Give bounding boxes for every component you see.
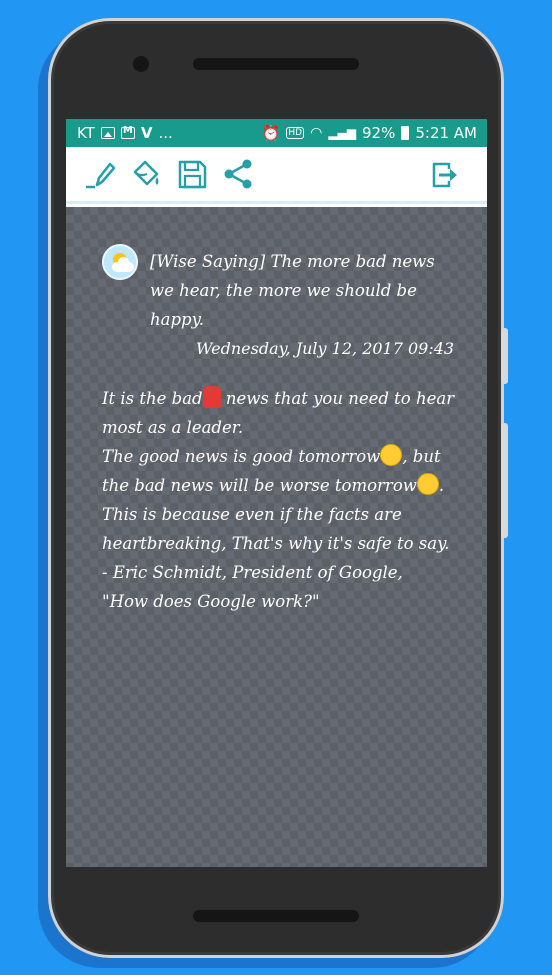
disappointed-emoji-icon bbox=[416, 473, 439, 495]
diary-entry-content[interactable]: [Wise Saying] The more bad news we hear,… bbox=[66, 207, 487, 867]
battery-percent: 92% bbox=[362, 124, 396, 142]
entry-date: Wednesday, July 12, 2017 09:43 bbox=[196, 339, 455, 358]
paint-bucket-icon bbox=[133, 160, 159, 186]
exit-icon bbox=[432, 162, 457, 188]
siren-emoji-icon bbox=[202, 386, 221, 408]
share-icon bbox=[224, 159, 252, 189]
signal-icon: ▂▄▆ bbox=[328, 126, 356, 140]
body-line-2: The good news is good tomorrow, but the … bbox=[102, 442, 457, 500]
cloud-shape bbox=[112, 262, 134, 272]
status-bar: KT V ... ⏰ HD ◠ ▂▄▆ 92% 5:21 AM bbox=[66, 119, 487, 147]
battery-icon bbox=[401, 126, 410, 140]
body-line-3: This is because even if the facts are he… bbox=[102, 505, 450, 553]
toolbar bbox=[66, 147, 487, 204]
status-left: KT V ... bbox=[77, 124, 173, 142]
body-line-1a: It is the bad bbox=[102, 389, 203, 408]
partly-cloudy-weather-icon[interactable] bbox=[102, 244, 138, 280]
rolling-laughing-emoji-icon bbox=[380, 444, 403, 466]
bottom-speaker bbox=[193, 910, 359, 922]
status-right: ⏰ HD ◠ ▂▄▆ 92% 5:21 AM bbox=[262, 124, 477, 142]
body-line-4: - Eric Schmidt, President of Google, bbox=[102, 563, 403, 582]
wise-saying-text: [Wise Saying] The more bad news we hear,… bbox=[150, 252, 435, 329]
edit-icon bbox=[86, 162, 116, 189]
exit-button[interactable] bbox=[425, 155, 465, 195]
save-icon bbox=[178, 160, 207, 189]
entry-body: It is the bad news that you need to hear… bbox=[102, 384, 457, 616]
image-notification-icon bbox=[100, 127, 115, 139]
power-button bbox=[501, 423, 508, 538]
edit-button[interactable] bbox=[80, 154, 120, 194]
clock: 5:21 AM bbox=[415, 124, 477, 142]
share-button[interactable] bbox=[218, 154, 258, 194]
carrier-label: KT bbox=[77, 124, 95, 142]
app-notification-icon: V bbox=[140, 124, 153, 142]
hd-voice-icon: HD bbox=[286, 127, 305, 139]
body-line-2a: The good news is good tomorrow bbox=[102, 447, 381, 466]
volume-button bbox=[501, 328, 508, 384]
wifi-icon: ◠ bbox=[310, 125, 323, 141]
body-line-2c: . bbox=[438, 476, 445, 495]
mail-notification-icon bbox=[120, 125, 135, 139]
phone-screen: KT V ... ⏰ HD ◠ ▂▄▆ 92% 5:21 AM bbox=[66, 119, 487, 867]
paint-button[interactable] bbox=[126, 154, 166, 194]
save-button[interactable] bbox=[172, 154, 212, 194]
more-notifications: ... bbox=[158, 124, 173, 142]
body-line-5: "How does Google work?" bbox=[102, 592, 320, 611]
alarm-icon: ⏰ bbox=[261, 124, 281, 142]
earpiece-speaker bbox=[193, 58, 359, 70]
front-camera bbox=[133, 56, 149, 72]
